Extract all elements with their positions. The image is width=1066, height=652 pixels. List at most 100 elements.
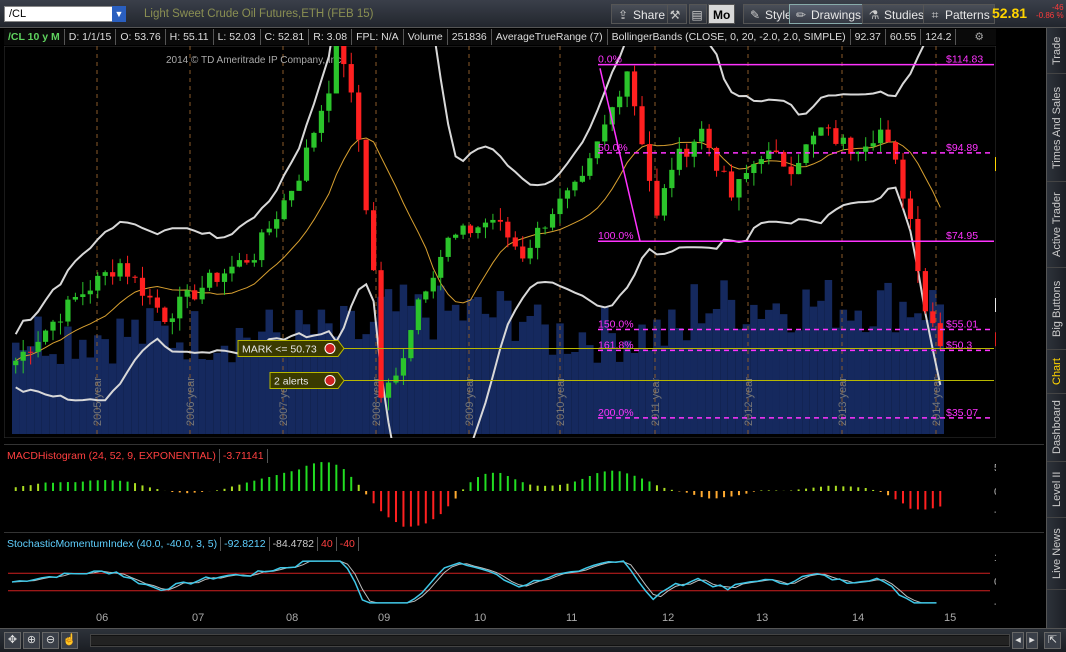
symbol-dropdown-icon[interactable]: ▼ (112, 6, 126, 22)
bottom-toolbar: ✥ ⊕ ⊖ ☝ ◂ ▸ ⇱ (0, 628, 1066, 652)
drawings-button[interactable]: ✏ Drawings (789, 4, 867, 24)
candle-body (863, 146, 869, 152)
candle-body (915, 218, 921, 272)
macd-panel[interactable]: MACDHistogram (24, 52, 9, EXPONENTIAL) -… (4, 444, 1044, 528)
tab-chart[interactable]: Chart (1047, 350, 1066, 394)
tab-times-and-sales[interactable]: Times And Sales (1047, 74, 1066, 182)
date-label: 12 (662, 612, 675, 624)
volume-bar (757, 318, 766, 434)
volume-bar (578, 332, 587, 434)
candle-body (154, 297, 161, 308)
candle-body (549, 214, 556, 228)
candle-body (907, 198, 914, 219)
price-tag-bg (995, 297, 996, 312)
flask-icon: ⚗ (868, 8, 880, 22)
chart-symbol-label[interactable]: /CL 10 y M (4, 29, 65, 45)
candle-body (110, 272, 116, 277)
volume-bar (161, 325, 169, 434)
scrollbar-thumb[interactable] (91, 636, 1009, 645)
volume-bar (876, 290, 885, 434)
tab-big-buttons[interactable]: Big Buttons (1047, 268, 1066, 350)
candle-body (646, 144, 653, 181)
volume-bar (623, 340, 631, 434)
volume-bar (64, 326, 72, 434)
cursor-hand-icon[interactable]: ☝ (61, 632, 78, 649)
candle-body (430, 277, 436, 292)
candle-body (781, 152, 787, 167)
smi-panel[interactable]: StochasticMomentumIndex (40.0, -40.0, 3,… (4, 532, 1044, 612)
candle-body (810, 135, 817, 145)
volume-bar (586, 345, 594, 434)
volume-bar (519, 321, 527, 434)
tools-button[interactable]: ⚒ (667, 4, 687, 24)
fib-percent-label: 50.0% (598, 142, 628, 154)
candle-body (542, 227, 548, 229)
candle-body (758, 159, 764, 165)
candle-body (80, 294, 86, 297)
zoom-out-icon[interactable]: ⊖ (42, 632, 59, 649)
price-chart[interactable]: 2005 year 2006 year 2007 year 2008 year 2009… (4, 46, 996, 438)
expand-icon[interactable]: ⇱ (1044, 632, 1061, 649)
candle-body (356, 92, 362, 140)
zoom-in-icon[interactable]: ⊕ (23, 632, 40, 649)
fib-price-label: $94.89 (946, 142, 978, 154)
time-scrollbar[interactable] (90, 634, 1010, 647)
smi-axis-label: -100 (994, 598, 996, 610)
volume-bar (436, 285, 445, 434)
info-high: H: 55.11 (166, 29, 214, 45)
candle-body (192, 290, 198, 300)
pencil-icon: ✏ (795, 8, 807, 22)
candle-body (900, 159, 906, 199)
tab-dashboard[interactable]: Dashboard (1047, 394, 1066, 462)
volume-bar (407, 305, 415, 434)
candle-body (505, 221, 511, 238)
candle-body (244, 260, 250, 263)
volume-bar (123, 336, 132, 434)
top-toolbar: /CL ▼ Light Sweet Crude Oil Futures,ETH … (0, 0, 1066, 28)
candle-body (788, 166, 794, 175)
candle-body (930, 311, 936, 324)
price-tag-bg (995, 332, 996, 347)
info-open: O: 53.76 (116, 29, 166, 45)
volume-bar (861, 332, 870, 434)
fib-percent-label: 161.8% (598, 339, 634, 351)
chart-settings-icon[interactable]: ⚙ (970, 29, 987, 45)
candle-body (512, 237, 518, 247)
info-low: L: 52.03 (214, 29, 261, 45)
tab-live-news[interactable]: Live News (1047, 518, 1066, 590)
symbol-description: Light Sweet Crude Oil Futures,ETH (FEB 1… (144, 8, 374, 20)
volume-bar (802, 289, 810, 434)
wrench-icon: ⚒ (669, 8, 681, 22)
share-button[interactable]: ⇪ Share (611, 4, 671, 24)
candle-body (20, 351, 26, 361)
candle-body (28, 351, 34, 353)
smi-axis-label: 0 (994, 576, 996, 588)
volume-bar (772, 303, 780, 434)
candle-body (341, 46, 347, 65)
tab-active-trader[interactable]: Active Trader (1047, 182, 1066, 268)
candle-body (184, 290, 190, 297)
candle-body (751, 164, 757, 174)
mo-button[interactable]: Mo (708, 4, 736, 24)
studies-button[interactable]: ⚗ Studies (862, 4, 930, 24)
candle-body (42, 330, 49, 342)
print-button[interactable]: ▤ (689, 4, 707, 24)
date-label: 15 (944, 612, 957, 624)
patterns-button[interactable]: ⌗ Patterns (923, 4, 995, 24)
volume-bar (593, 362, 602, 434)
scroll-left-icon[interactable]: ◂ (1012, 632, 1024, 649)
volume-bar (317, 309, 326, 434)
scroll-right-icon[interactable]: ▸ (1026, 632, 1038, 649)
candle-body (818, 127, 824, 136)
pan-icon[interactable]: ✥ (4, 632, 21, 649)
symbol-input[interactable]: /CL (4, 6, 126, 22)
candle-body (371, 210, 377, 271)
tab-trade[interactable]: Trade (1047, 28, 1066, 74)
volume-bar (131, 319, 139, 434)
candle-body (631, 71, 638, 107)
fib-percent-label: 0.0% (598, 54, 622, 66)
tab-level-ii[interactable]: Level II (1047, 462, 1066, 518)
candle-body (72, 296, 78, 300)
volume-bar (615, 361, 624, 434)
volume-bar (683, 340, 691, 434)
